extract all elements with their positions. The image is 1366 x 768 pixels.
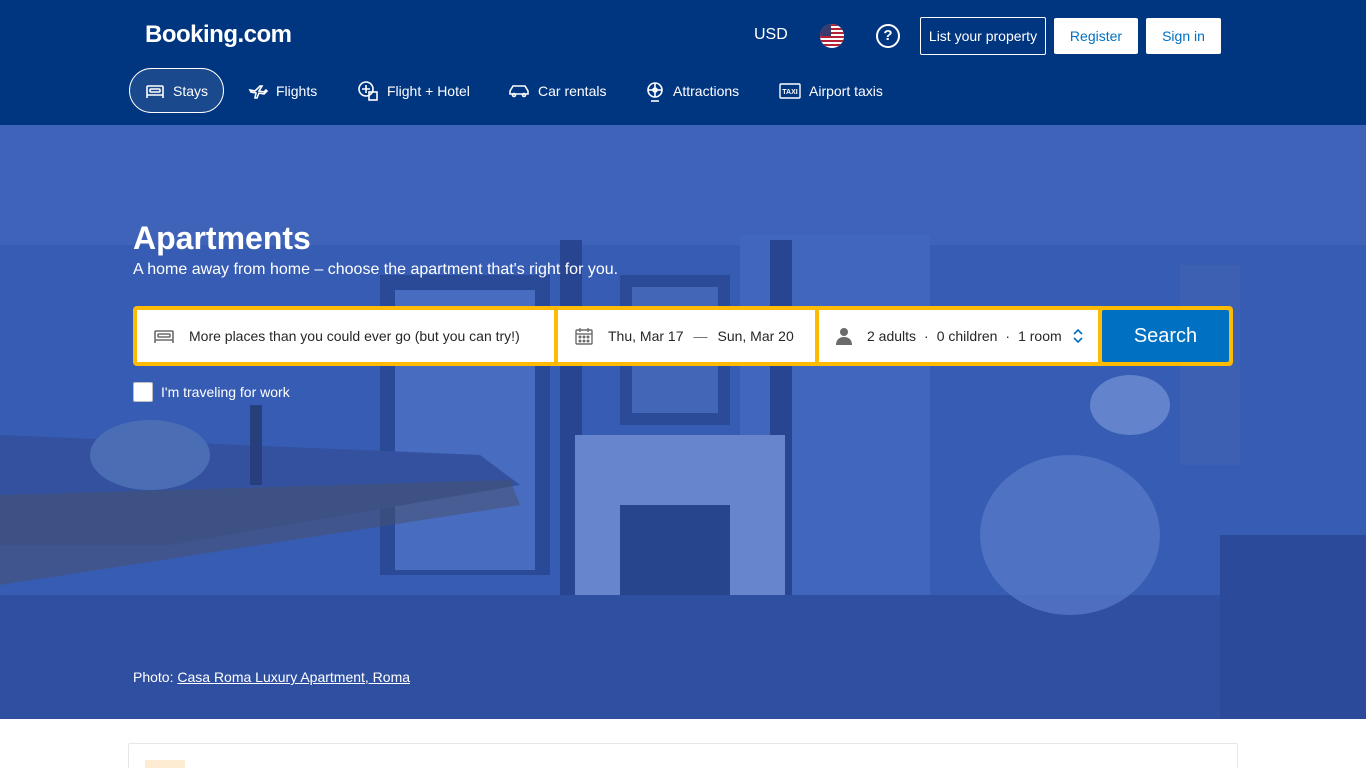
- chevron-updown-icon: [1073, 328, 1083, 344]
- question-circle-icon[interactable]: ?: [876, 24, 900, 48]
- bed-icon: [146, 84, 164, 98]
- destination-input[interactable]: More places than you could ever go (but …: [189, 328, 520, 344]
- destination-field[interactable]: More places than you could ever go (but …: [137, 310, 554, 362]
- page-title: Apartments: [133, 220, 311, 256]
- work-travel-checkbox[interactable]: [133, 382, 153, 402]
- work-travel-toggle[interactable]: I'm traveling for work: [133, 382, 290, 402]
- separator-dot: ·: [924, 328, 929, 344]
- nav-tab-flight-hotel[interactable]: Flight + Hotel: [342, 68, 485, 113]
- nav-tab-flights[interactable]: Flights: [233, 68, 332, 113]
- adults-count: 2 adults: [867, 328, 917, 344]
- photo-credit: Photo: Casa Roma Luxury Apartment, Roma: [133, 669, 410, 685]
- hero-section: Apartments A home away from home – choos…: [0, 125, 1366, 719]
- search-bar: More places than you could ever go (but …: [133, 306, 1233, 366]
- nav-tab-attractions[interactable]: Attractions: [630, 68, 754, 113]
- plane-icon: [248, 84, 268, 99]
- nav-tab-label: Airport taxis: [809, 82, 883, 99]
- car-icon: [509, 84, 529, 97]
- work-travel-label: I'm traveling for work: [161, 384, 290, 400]
- person-icon: [836, 328, 852, 345]
- checkin-date[interactable]: Thu, Mar 17: [608, 328, 683, 344]
- taxi-icon: TAXI: [779, 82, 801, 99]
- separator-dot: ·: [1005, 328, 1011, 344]
- nav-tab-label: Flights: [276, 82, 318, 99]
- us-flag-icon[interactable]: [820, 24, 844, 48]
- date-separator: —: [693, 328, 708, 344]
- flight-hotel-icon: [358, 80, 378, 101]
- nav-tab-airport-taxis[interactable]: TAXI Airport taxis: [764, 68, 898, 113]
- list-property-button[interactable]: List your property: [920, 17, 1046, 55]
- rooms-count: 1 room: [1018, 328, 1062, 344]
- search-button[interactable]: Search: [1102, 310, 1229, 362]
- nav-tab-label: Stays: [172, 82, 208, 99]
- nav-tab-stays[interactable]: Stays: [129, 68, 224, 113]
- svg-text:TAXI: TAXI: [782, 89, 797, 96]
- hero-background-image: [0, 125, 1366, 719]
- booking-logo[interactable]: Booking.com: [145, 21, 292, 49]
- card-illustration-icon: [145, 760, 185, 768]
- bed-icon: [154, 330, 174, 343]
- nav-tab-label: Car rentals: [538, 82, 607, 99]
- top-header: Booking.com USD ? List your property Reg…: [0, 0, 1366, 125]
- guests-field[interactable]: 2 adults · 0 children · 1 room: [819, 310, 1098, 362]
- children-count: 0 children: [936, 328, 998, 344]
- calendar-icon: [575, 328, 593, 345]
- sign-in-button[interactable]: Sign in: [1146, 18, 1221, 54]
- page-subtitle: A home away from home – choose the apart…: [133, 261, 619, 278]
- nav-tab-label: Flight + Hotel: [387, 82, 470, 99]
- nav-tab-label: Attractions: [673, 82, 740, 99]
- photo-credit-prefix: Photo:: [133, 669, 178, 685]
- currency-selector[interactable]: USD: [754, 26, 788, 44]
- info-card: [128, 743, 1238, 768]
- attractions-icon: [647, 81, 663, 102]
- checkout-date[interactable]: Sun, Mar 20: [717, 328, 793, 344]
- photo-credit-link[interactable]: Casa Roma Luxury Apartment, Roma: [177, 669, 410, 685]
- nav-tab-car-rentals[interactable]: Car rentals: [493, 68, 621, 113]
- dates-field[interactable]: Thu, Mar 17 — Sun, Mar 20: [558, 310, 815, 362]
- register-button[interactable]: Register: [1054, 18, 1138, 54]
